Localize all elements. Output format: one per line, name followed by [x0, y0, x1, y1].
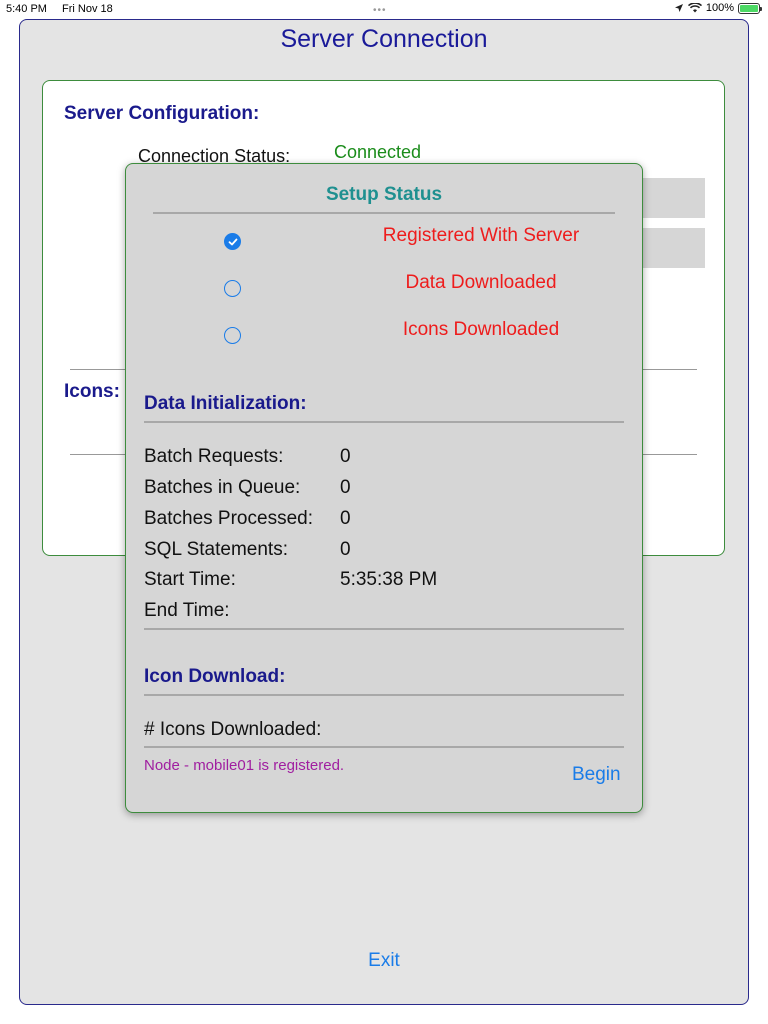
wifi-icon: [687, 3, 702, 13]
setup-status-title: Setup Status: [325, 184, 443, 205]
start-time-label: Start Time:: [144, 569, 236, 590]
step-icons-downloaded-label: Icons Downloaded: [402, 319, 560, 340]
batch-requests-value: 0: [340, 446, 351, 467]
window-title: Server Connection: [280, 25, 488, 53]
empty-circle-icon: [224, 280, 241, 297]
exit-row: Exit: [0, 950, 768, 972]
battery-charging-icon: [738, 2, 762, 14]
icon-download-heading: Icon Download:: [144, 666, 286, 687]
status-time: 5:40 PM: [6, 3, 47, 15]
registration-message: Node - mobile01 is registered.: [144, 757, 345, 774]
exit-button[interactable]: Exit: [368, 950, 400, 971]
empty-circle-icon: [224, 327, 241, 344]
status-bar: 5:40 PM Fri Nov 18 ••• 100%: [0, 0, 768, 18]
multitasking-dots-icon[interactable]: •••: [373, 5, 387, 16]
batches-in-queue-value: 0: [340, 477, 351, 498]
divider: [144, 694, 624, 696]
start-time-value: 5:35:38 PM: [340, 569, 438, 590]
server-config-heading: Server Configuration:: [64, 103, 260, 124]
icons-label: Icons:: [64, 381, 120, 402]
data-initialization-heading: Data Initialization:: [144, 393, 307, 414]
divider: [144, 746, 624, 748]
divider: [153, 212, 615, 214]
end-time-label: End Time:: [144, 600, 230, 621]
icons-downloaded-label: # Icons Downloaded:: [144, 719, 322, 740]
batches-processed-value: 0: [340, 508, 351, 529]
connection-status-value: Connected: [334, 142, 422, 162]
begin-button[interactable]: Begin: [572, 764, 621, 786]
location-arrow-icon: [674, 4, 683, 12]
sql-statements-value: 0: [340, 539, 351, 560]
step-registered-label: Registered With Server: [382, 225, 580, 246]
checkmark-circle-icon: [224, 233, 241, 250]
sql-statements-label: SQL Statements:: [144, 539, 288, 560]
batches-processed-label: Batches Processed:: [144, 508, 313, 529]
battery-percent: 100%: [705, 2, 734, 14]
divider: [144, 421, 624, 423]
status-right: 100%: [674, 2, 762, 14]
batches-in-queue-label: Batches in Queue:: [144, 477, 301, 498]
status-date: Fri Nov 18: [62, 3, 113, 15]
divider: [144, 628, 624, 630]
step-data-downloaded-label: Data Downloaded: [405, 272, 557, 293]
batch-requests-label: Batch Requests:: [144, 446, 284, 467]
